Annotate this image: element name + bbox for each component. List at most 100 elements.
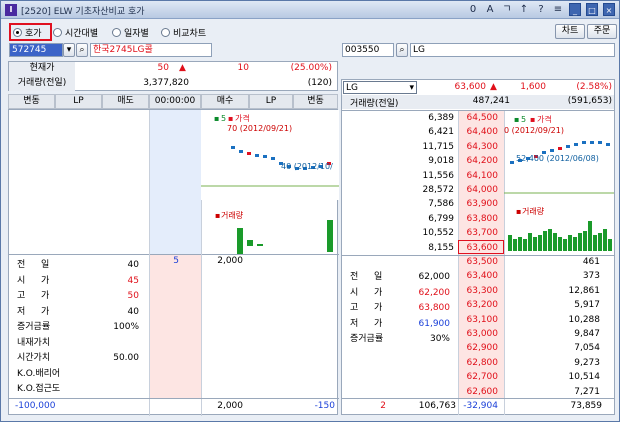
- volume-bar: [518, 237, 522, 251]
- volume-bar: [533, 237, 537, 251]
- volume-bar: [593, 235, 597, 251]
- left-high-label: 70 (2012/09/21): [227, 124, 292, 133]
- search-icon[interactable]: ⌕: [76, 43, 88, 57]
- info-label: 시: [350, 287, 359, 298]
- info-label-2: 일: [374, 272, 383, 282]
- col-header: 00:00:00: [149, 94, 201, 109]
- bid-price[interactable]: 63,500: [458, 255, 499, 269]
- price-mark: [582, 141, 586, 144]
- svg-text:▪: ▪: [530, 115, 535, 124]
- tab-daily[interactable]: 일자별: [112, 26, 149, 39]
- right-vol-legend: 거래량: [522, 206, 545, 216]
- bid-qty: 10,288: [568, 314, 601, 325]
- svg-text:▪: ▪: [514, 115, 519, 124]
- ask-price[interactable]: 64,500: [458, 111, 499, 125]
- right-select-value: LG: [346, 83, 358, 93]
- info-value: [79, 336, 139, 350]
- up-arrow-icon: ▲: [179, 63, 186, 73]
- tab-time[interactable]: 시간대별: [53, 26, 98, 39]
- info-value: 63,800: [418, 303, 451, 313]
- col-header: 매도: [102, 94, 149, 109]
- svg-text:▪: ▪: [215, 211, 220, 220]
- left-code-input[interactable]: 572745: [9, 43, 63, 57]
- bid-price[interactable]: 63,100: [458, 313, 499, 327]
- info-label: 시: [17, 275, 26, 286]
- menu-icon[interactable]: ≡: [552, 3, 564, 16]
- footer-left: -100,000: [15, 401, 56, 411]
- chevron-down-icon[interactable]: ▾: [63, 43, 75, 57]
- info-value: 50.00: [113, 353, 139, 363]
- tab-compare[interactable]: 비교차트: [161, 26, 206, 39]
- right-volume-prev: (591,653): [567, 96, 612, 106]
- bid-price[interactable]: 62,900: [458, 341, 499, 355]
- ask-mid-col: [149, 110, 201, 254]
- font-icon[interactable]: A: [484, 3, 496, 16]
- price-mark: [510, 161, 514, 164]
- radio-icon: [13, 28, 22, 37]
- volume-bar: [543, 231, 547, 251]
- right-low-label: 52,400 (2012/06/08): [516, 154, 599, 163]
- order-button[interactable]: 주문: [587, 24, 617, 39]
- radio-icon: [161, 28, 170, 37]
- ask-price[interactable]: 63,600: [458, 241, 499, 255]
- right-legend-5: 5: [521, 115, 526, 124]
- bid-price[interactable]: 62,800: [458, 356, 499, 370]
- ask-price[interactable]: 64,200: [458, 154, 499, 168]
- window-title: [2520] ELW 기초자산비교 호가: [21, 7, 145, 17]
- right-volume: 487,241: [472, 96, 510, 106]
- bid-price[interactable]: 63,000: [458, 327, 499, 341]
- left-low-label: 40 (2012/10/: [281, 162, 333, 171]
- right-high-label: 0 (2012/09/21): [504, 126, 564, 135]
- ask-price[interactable]: 64,000: [458, 183, 499, 197]
- volume-bar: [237, 228, 243, 254]
- col-header: 변동: [293, 94, 338, 109]
- ask-price[interactable]: 63,700: [458, 226, 499, 240]
- left-mini-chart: ▪ 5 ▪ 가격 70 (2012/09/21) 40 (2012/10/ ▪ …: [201, 110, 339, 254]
- bid-price[interactable]: 63,200: [458, 298, 499, 312]
- info-value: 62,000: [418, 272, 451, 282]
- close-button[interactable]: ×: [603, 3, 615, 16]
- right-code-input[interactable]: 003550: [342, 43, 394, 57]
- right-select[interactable]: LG ▾: [343, 81, 417, 94]
- col-header: LP: [249, 94, 293, 109]
- info-label-2: 일: [41, 260, 50, 270]
- ask-price[interactable]: 64,300: [458, 140, 499, 154]
- info-label: 전: [17, 260, 26, 270]
- bid-price[interactable]: 63,400: [458, 269, 499, 283]
- minimize-button[interactable]: _: [569, 3, 581, 16]
- price-mark: [598, 141, 602, 144]
- price-mark: [606, 143, 610, 146]
- left-legend-price: 가격: [235, 113, 250, 123]
- info-value: 40: [127, 306, 139, 317]
- bid-price[interactable]: 62,600: [458, 385, 499, 399]
- up-icon[interactable]: ↑: [518, 3, 530, 16]
- help-icon[interactable]: ?: [535, 3, 547, 16]
- tab-hoga[interactable]: 호가: [13, 26, 42, 39]
- info-label: K.O.접근도: [17, 384, 61, 394]
- svg-text:▪: ▪: [214, 114, 219, 123]
- search-icon[interactable]: ⌕: [396, 43, 408, 57]
- pin-icon[interactable]: ㄱ: [501, 3, 513, 16]
- price-mark: [263, 155, 267, 158]
- ask-price[interactable]: 64,400: [458, 125, 499, 139]
- bid-price[interactable]: 62,700: [458, 370, 499, 384]
- bid-qty: 9,847: [574, 329, 600, 339]
- price-mark: [271, 157, 275, 160]
- maximize-button[interactable]: □: [586, 3, 598, 16]
- ask-price[interactable]: 64,100: [458, 169, 499, 183]
- ask-price[interactable]: 63,800: [458, 212, 499, 226]
- info-label: K.O.배리어: [17, 368, 61, 379]
- info-label: 고: [350, 303, 359, 313]
- price-mark: [558, 147, 562, 150]
- ask-price[interactable]: 63,900: [458, 197, 499, 211]
- app-icon: I: [5, 4, 17, 16]
- ask-qty: 11,556: [422, 170, 455, 181]
- info-label-2: 가: [41, 306, 50, 317]
- right-order-book: LG ▾ 63,600 ▲ 1,600 (2.58%) 거래량(전일) 487,2…: [341, 79, 615, 415]
- chart-button[interactable]: 차트: [555, 24, 585, 39]
- link-icon[interactable]: 0: [467, 3, 479, 16]
- volume-bar: [558, 237, 562, 251]
- volume: 3,377,820: [143, 78, 189, 88]
- bid-price[interactable]: 63,300: [458, 284, 499, 298]
- col-header: LP: [55, 94, 102, 109]
